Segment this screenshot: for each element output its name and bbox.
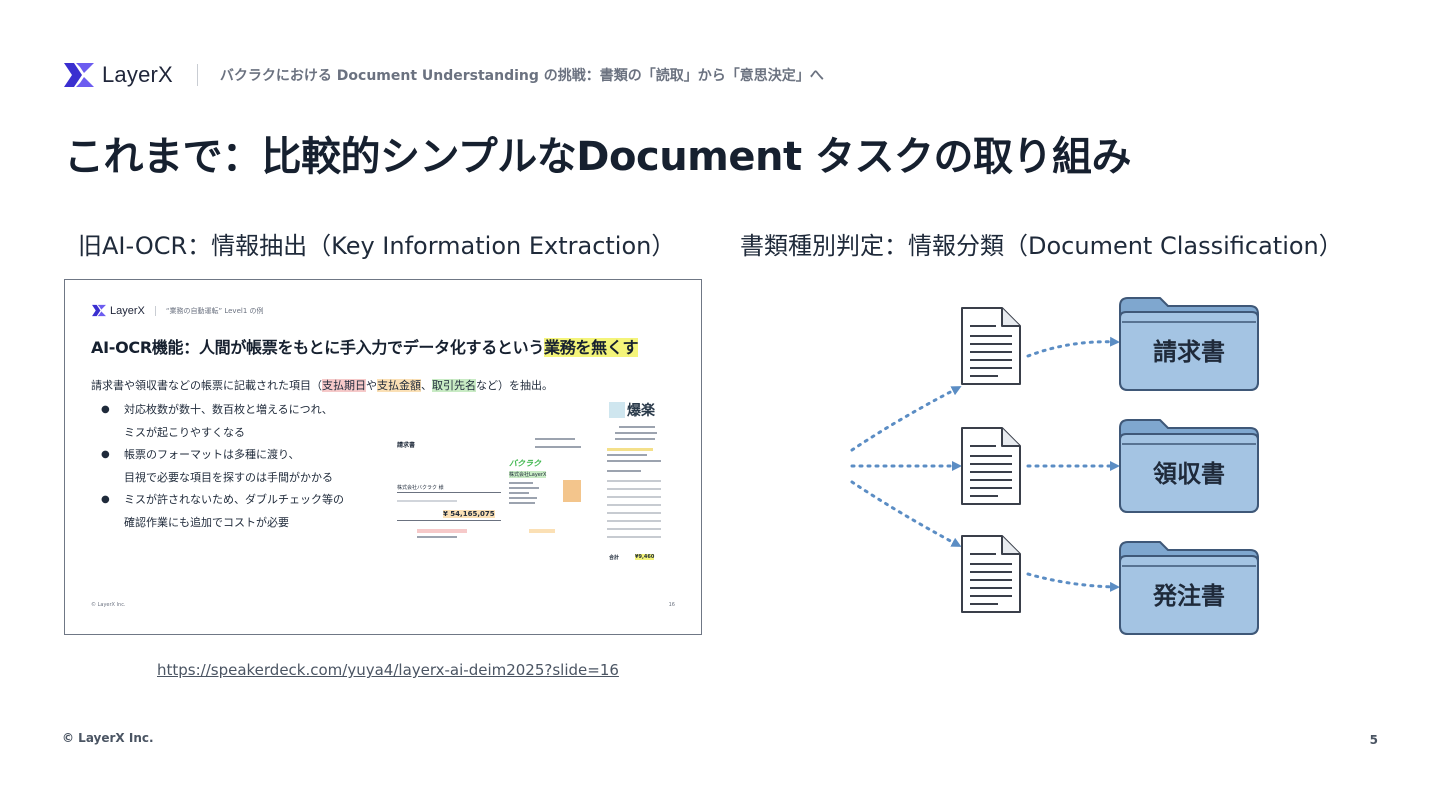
- mini-page-number: 16: [668, 602, 675, 608]
- lead-prefix: 請求書や領収書などの帳票に記載された項目（: [91, 379, 322, 392]
- document-icon: [961, 535, 1021, 613]
- mini-bullet-list: ● 対応枚数が数十、数百枚と増えるにつれ、 ミスが起こりやすくなる ● 帳票のフォーマ…: [101, 399, 344, 534]
- invoice-stamp: [563, 480, 581, 502]
- lead-item-amount: 支払金額: [377, 379, 421, 392]
- receipt-total-label: 合計: [609, 555, 620, 561]
- input-arrow-top: [850, 386, 962, 452]
- embedded-slide: LayerX “業務の自動運転” Level1 の例 AI-OCR機能：人間が帳…: [64, 279, 702, 635]
- page-title: これまで：比較的シンプルなDocument タスクの取り組み: [64, 134, 1132, 180]
- page-number: 5: [1369, 733, 1378, 747]
- left-section-heading: 旧AI-OCR：情報抽出（Key Information Extraction）: [78, 232, 676, 260]
- mini-footer: © LayerX Inc.: [91, 602, 126, 608]
- header-subtitle: バクラクにおける Document Understanding の挑戦：書類の「…: [219, 68, 824, 84]
- invoice-issuer: 株式会社LayerX: [509, 471, 547, 478]
- lead-mid1: や: [366, 379, 377, 392]
- mini-lead-text: 請求書や領収書などの帳票に記載された項目（支払期日や支払金額、取引先名など）を抽…: [91, 377, 553, 393]
- mini-logo-text: LayerX: [110, 304, 145, 317]
- output-arrow-top: [1026, 336, 1120, 358]
- copyright: © LayerX Inc.: [62, 731, 154, 745]
- invoice-company: 株式会社バクラク 様: [397, 485, 444, 491]
- folder-label-receipt: 領収書: [1153, 460, 1225, 488]
- header-divider: [196, 64, 198, 86]
- mini-slide-title: AI-OCR機能：人間が帳票をもとに手入力でデータ化するという業務を無くす: [91, 334, 639, 358]
- folder-label-invoice: 請求書: [1153, 338, 1225, 366]
- list-item: ● 対応枚数が数十、数百枚と増えるにつれ、 ミスが起こりやすくなる: [101, 403, 333, 439]
- mini-title-highlight: 業務を無くす: [544, 338, 639, 357]
- mini-subtitle: “業務の自動運転” Level1 の例: [165, 306, 264, 315]
- lead-mid2: 、: [421, 379, 432, 392]
- receipt-total: ¥9,460: [635, 554, 655, 560]
- mini-divider: [154, 305, 156, 316]
- input-arrow-bottom: [850, 480, 962, 547]
- invoice-title: 請求書: [397, 442, 416, 449]
- receipt-thumbnail: 爆楽 合計 ¥9,460: [605, 398, 663, 566]
- invoice-brand: バクラク: [509, 459, 541, 468]
- mini-title-main: AI-OCR機能：人間が帳票をもとに手入力でデータ化するという: [91, 338, 545, 357]
- document-icon: [961, 427, 1021, 505]
- list-item: ● 帳票のフォーマットは多種に渡り、 目視で必要な項目を探すのは手間がかかる: [101, 448, 333, 484]
- layerx-logo: LayerX: [62, 61, 173, 89]
- mini-logo-icon: [92, 304, 106, 317]
- classification-diagram: 請求書 領収書 発注書: [850, 297, 1259, 635]
- receipt-shop: 爆楽: [627, 403, 655, 419]
- document-icon: [961, 307, 1021, 385]
- lead-item-vendor: 取引先名: [432, 379, 476, 392]
- slide-header: LayerX バクラクにおける Document Understanding の…: [62, 60, 824, 90]
- output-arrow-bottom: [1026, 572, 1120, 592]
- lead-suffix: など）を抽出。: [476, 379, 553, 392]
- lead-item-due-date: 支払期日: [322, 379, 366, 392]
- list-item: ● ミスが許されないため、ダブルチェック等の 確認作業にも追加でコストが必要: [101, 493, 344, 529]
- folder-label-purchase-order: 発注書: [1152, 582, 1225, 610]
- reference-link[interactable]: https://speakerdeck.com/yuya4/layerx-ai-…: [157, 661, 619, 679]
- logo-text: LayerX: [102, 62, 173, 87]
- layerx-logo-icon: [64, 63, 94, 87]
- mini-slide-header: LayerX “業務の自動運転” Level1 の例: [91, 304, 264, 317]
- invoice-thumbnail: 請求書 バクラク 株式会社LayerX 株式会社バクラク 様 ¥ 54,165,…: [395, 436, 603, 556]
- invoice-amount: ¥ 54,165,075: [443, 510, 495, 518]
- right-section-heading: 書類種別判定：情報分類（Document Classification）: [740, 232, 1343, 260]
